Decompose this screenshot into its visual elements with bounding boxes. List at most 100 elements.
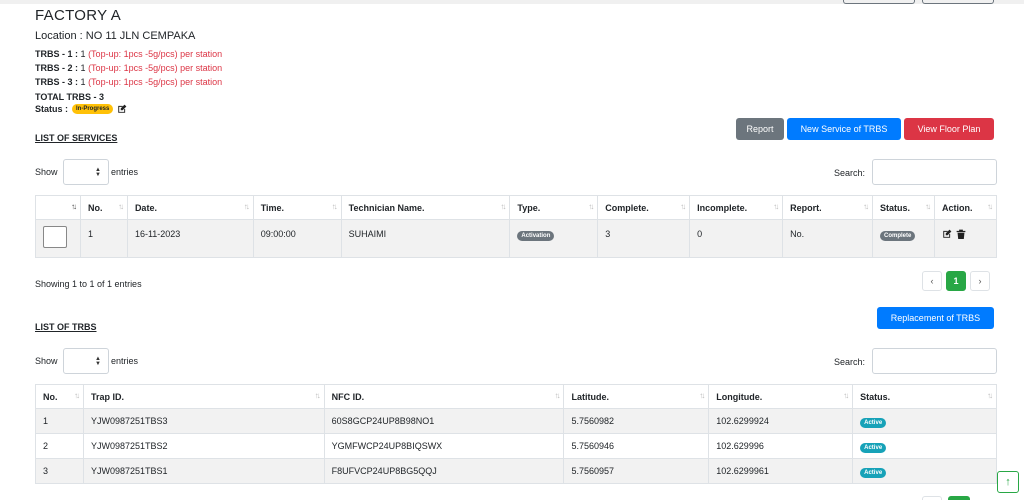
- status-badge: Active: [860, 418, 887, 428]
- column-header-action[interactable]: Action. ↑↓: [933, 195, 998, 220]
- sort-icon: ↑↓: [843, 391, 849, 400]
- column-header-incomplete[interactable]: Incomplete. ↑↓: [689, 195, 784, 220]
- services-search-input[interactable]: [872, 159, 997, 185]
- factory-title: FACTORY A: [35, 7, 122, 24]
- cell-complete: 3: [597, 219, 691, 258]
- status-badge: Active: [860, 468, 887, 478]
- column-header-date[interactable]: Date. ↑↓: [126, 195, 254, 220]
- sort-icon: ↑↓: [680, 202, 686, 211]
- table-row: 1 YJW0987251TBS3 60S8GCP24UP8B98NO1 5.75…: [35, 408, 997, 434]
- top-button-stub[interactable]: [922, 0, 994, 4]
- trbs-label: TRBS - 2 :: [35, 63, 79, 73]
- cell-status: Active: [852, 408, 997, 434]
- column-header-technician[interactable]: Technician Name. ↑↓: [340, 195, 511, 220]
- cell-trap-id: YJW0987251TBS3: [82, 408, 325, 434]
- row-checkbox[interactable]: [43, 226, 67, 248]
- trbs-label: TRBS - 1 :: [35, 49, 79, 59]
- top-button-stub[interactable]: [843, 0, 915, 4]
- scroll-to-top-button[interactable]: ↑: [997, 471, 1019, 493]
- trbs-search-input[interactable]: [872, 348, 997, 374]
- column-header-longitude[interactable]: Longitude. ↑↓: [708, 384, 854, 409]
- cell-latitude: 5.7560957: [563, 458, 710, 484]
- sort-icon: ↑↓: [331, 202, 338, 211]
- sort-icon: ↑↓: [862, 202, 869, 211]
- cell-nfc-id: 60S8GCP24UP8B98NO1: [323, 408, 565, 434]
- sort-icon: ↑↓: [773, 202, 779, 211]
- trbs-line-2: TRBS - 2 : 1 (Top-up: 1pcs -5g/pcs) per …: [35, 63, 222, 73]
- trbs-line-1: TRBS - 1 : 1 (Top-up: 1pcs -5g/pcs) per …: [35, 49, 222, 59]
- trbs-line-3: TRBS - 3 : 1 (Top-up: 1pcs -5g/pcs) per …: [35, 77, 222, 87]
- pagination-prev[interactable]: ‹: [922, 271, 942, 291]
- cell-technician: SUHAIMI: [340, 219, 511, 258]
- column-header-status[interactable]: Status. ↑↓: [852, 384, 997, 409]
- search-label: Search:: [834, 168, 866, 178]
- edit-icon[interactable]: [117, 104, 127, 114]
- cell-status: Active: [852, 458, 997, 484]
- trbs-note: (Top-up: 1pcs -5g/pcs) per station: [88, 77, 223, 87]
- column-header-no[interactable]: No. ↑↓: [35, 384, 84, 409]
- view-floor-plan-button[interactable]: View Floor Plan: [904, 118, 994, 140]
- search-label: Search:: [834, 357, 866, 367]
- trbs-entries-select[interactable]: ▲ ▼: [63, 348, 109, 374]
- column-header-type[interactable]: Type. ↑↓: [509, 195, 599, 220]
- column-header-latitude[interactable]: Latitude. ↑↓: [563, 384, 710, 409]
- cell-trap-id: YJW0987251TBS1: [82, 458, 325, 484]
- pagination-page-1[interactable]: 1: [946, 271, 966, 291]
- report-button[interactable]: Report: [736, 118, 784, 140]
- services-pagination: ‹ 1 ›: [922, 271, 990, 291]
- pagination-stub[interactable]: [948, 496, 970, 500]
- cell-type: Activation: [509, 219, 599, 258]
- trbs-note: (Top-up: 1pcs -5g/pcs) per station: [88, 63, 223, 73]
- cell-no: 2: [35, 433, 84, 459]
- pagination-next[interactable]: ›: [970, 271, 990, 291]
- cell-latitude: 5.7560982: [563, 408, 710, 434]
- column-header-time[interactable]: Time. ↑↓: [252, 195, 342, 220]
- cell-nfc-id: F8UFVCP24UP8BG5QQJ: [323, 458, 565, 484]
- column-header-no[interactable]: No. ↑↓: [79, 195, 128, 220]
- cell-longitude: 102.6299924: [708, 408, 854, 434]
- sort-icon: ↑↓: [699, 391, 705, 400]
- cell-date: 16-11-2023: [126, 219, 254, 258]
- total-trbs: TOTAL TRBS - 3: [35, 92, 105, 102]
- status-label: Status :: [35, 104, 69, 114]
- trbs-value: 1: [80, 77, 86, 87]
- entries-label: entries: [111, 167, 139, 177]
- column-header-status[interactable]: Status. ↑↓: [871, 195, 935, 220]
- cell-longitude: 102.629996: [708, 433, 854, 459]
- entries-label: entries: [111, 356, 139, 366]
- column-header-report[interactable]: Report. ↑↓: [782, 195, 873, 220]
- cell-incomplete: 0: [689, 219, 784, 258]
- trbs-label: TRBS - 3 :: [35, 77, 79, 87]
- arrow-up-icon: ↑: [1005, 476, 1011, 488]
- type-badge: Activation: [517, 231, 555, 241]
- select-arrows-icon: ▲ ▼: [95, 167, 101, 178]
- trash-icon[interactable]: [956, 229, 966, 239]
- services-entries-select[interactable]: ▲ ▼: [63, 159, 109, 185]
- edit-icon[interactable]: [942, 229, 952, 239]
- column-header-complete[interactable]: Complete. ↑↓: [597, 195, 691, 220]
- trbs-table: No. ↑↓ Trap ID. ↑↓ NFC ID. ↑↓ Latitude. ↑↓ L…: [35, 384, 997, 484]
- sort-icon: ↑↓: [588, 202, 594, 211]
- column-header-select[interactable]: ↑↓: [35, 195, 81, 220]
- sort-icon: ↑↓: [117, 202, 124, 211]
- cell-longitude: 102.6299961: [708, 458, 854, 484]
- show-label: Show: [35, 167, 58, 177]
- sort-icon: ↑↓: [554, 391, 560, 400]
- new-service-button[interactable]: New Service of TRBS: [787, 118, 901, 140]
- column-header-nfc-id[interactable]: NFC ID. ↑↓: [323, 384, 565, 409]
- pagination-stub[interactable]: [922, 496, 942, 500]
- select-arrows-icon: ▲ ▼: [95, 356, 101, 367]
- show-label: Show: [35, 356, 58, 366]
- column-header-trap-id[interactable]: Trap ID. ↑↓: [82, 384, 325, 409]
- factory-status: Status : In-Progress: [35, 104, 127, 114]
- cell-status: Active: [852, 433, 997, 459]
- status-badge: In-Progress: [72, 104, 114, 114]
- sort-icon: ↑↓: [987, 391, 993, 400]
- trbs-value: 1: [80, 49, 86, 59]
- sort-icon: ↑↓: [500, 202, 506, 211]
- factory-location: Location : NO 11 JLN CEMPAKA: [35, 30, 196, 42]
- sort-icon: ↑↓: [73, 391, 80, 400]
- replacement-button[interactable]: Replacement of TRBS: [877, 307, 994, 329]
- cell-status: Complete: [871, 219, 935, 258]
- cell-time: 09:00:00: [252, 219, 342, 258]
